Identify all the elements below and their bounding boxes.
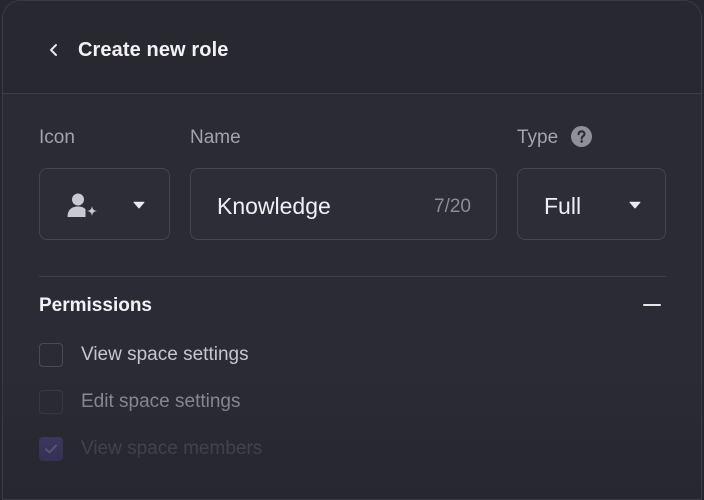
type-select-value: Full xyxy=(544,193,582,219)
permission-item[interactable]: Edit space settings xyxy=(39,389,240,415)
collapse-button[interactable] xyxy=(643,303,663,307)
name-input-value: Knowledge xyxy=(217,193,331,219)
checkbox-checked[interactable] xyxy=(39,437,63,461)
permission-item[interactable]: View space members xyxy=(39,436,262,462)
back-button[interactable] xyxy=(41,37,67,63)
type-label: Type xyxy=(517,127,559,148)
checkbox[interactable] xyxy=(39,343,63,367)
help-icon[interactable] xyxy=(571,126,592,147)
character-counter: 7/20 xyxy=(434,196,471,217)
permissions-title: Permissions xyxy=(39,295,152,316)
permission-item[interactable]: View space settings xyxy=(39,342,249,368)
chevron-left-icon xyxy=(50,44,57,56)
caret-down-icon xyxy=(629,201,641,209)
permission-label: View space settings xyxy=(81,344,249,365)
type-select[interactable]: Full xyxy=(517,168,666,240)
icon-select[interactable] xyxy=(39,168,170,240)
checkmark-icon xyxy=(45,444,57,454)
page-title: Create new role xyxy=(78,39,229,61)
create-role-panel: Create new role Icon Name Type Knowledge… xyxy=(2,0,702,500)
section-divider xyxy=(39,276,666,277)
icon-label: Icon xyxy=(39,127,75,148)
permission-label: Edit space settings xyxy=(81,391,241,412)
name-label: Name xyxy=(190,127,241,148)
panel-header: Create new role xyxy=(3,1,701,94)
question-mark-glyph xyxy=(577,130,586,143)
permission-label: View space members xyxy=(81,438,263,459)
caret-down-icon xyxy=(133,201,145,209)
checkbox[interactable] xyxy=(39,390,63,414)
user-plus-icon xyxy=(67,193,97,217)
name-input[interactable]: Knowledge 7/20 xyxy=(190,168,497,240)
minus-icon xyxy=(643,303,661,307)
